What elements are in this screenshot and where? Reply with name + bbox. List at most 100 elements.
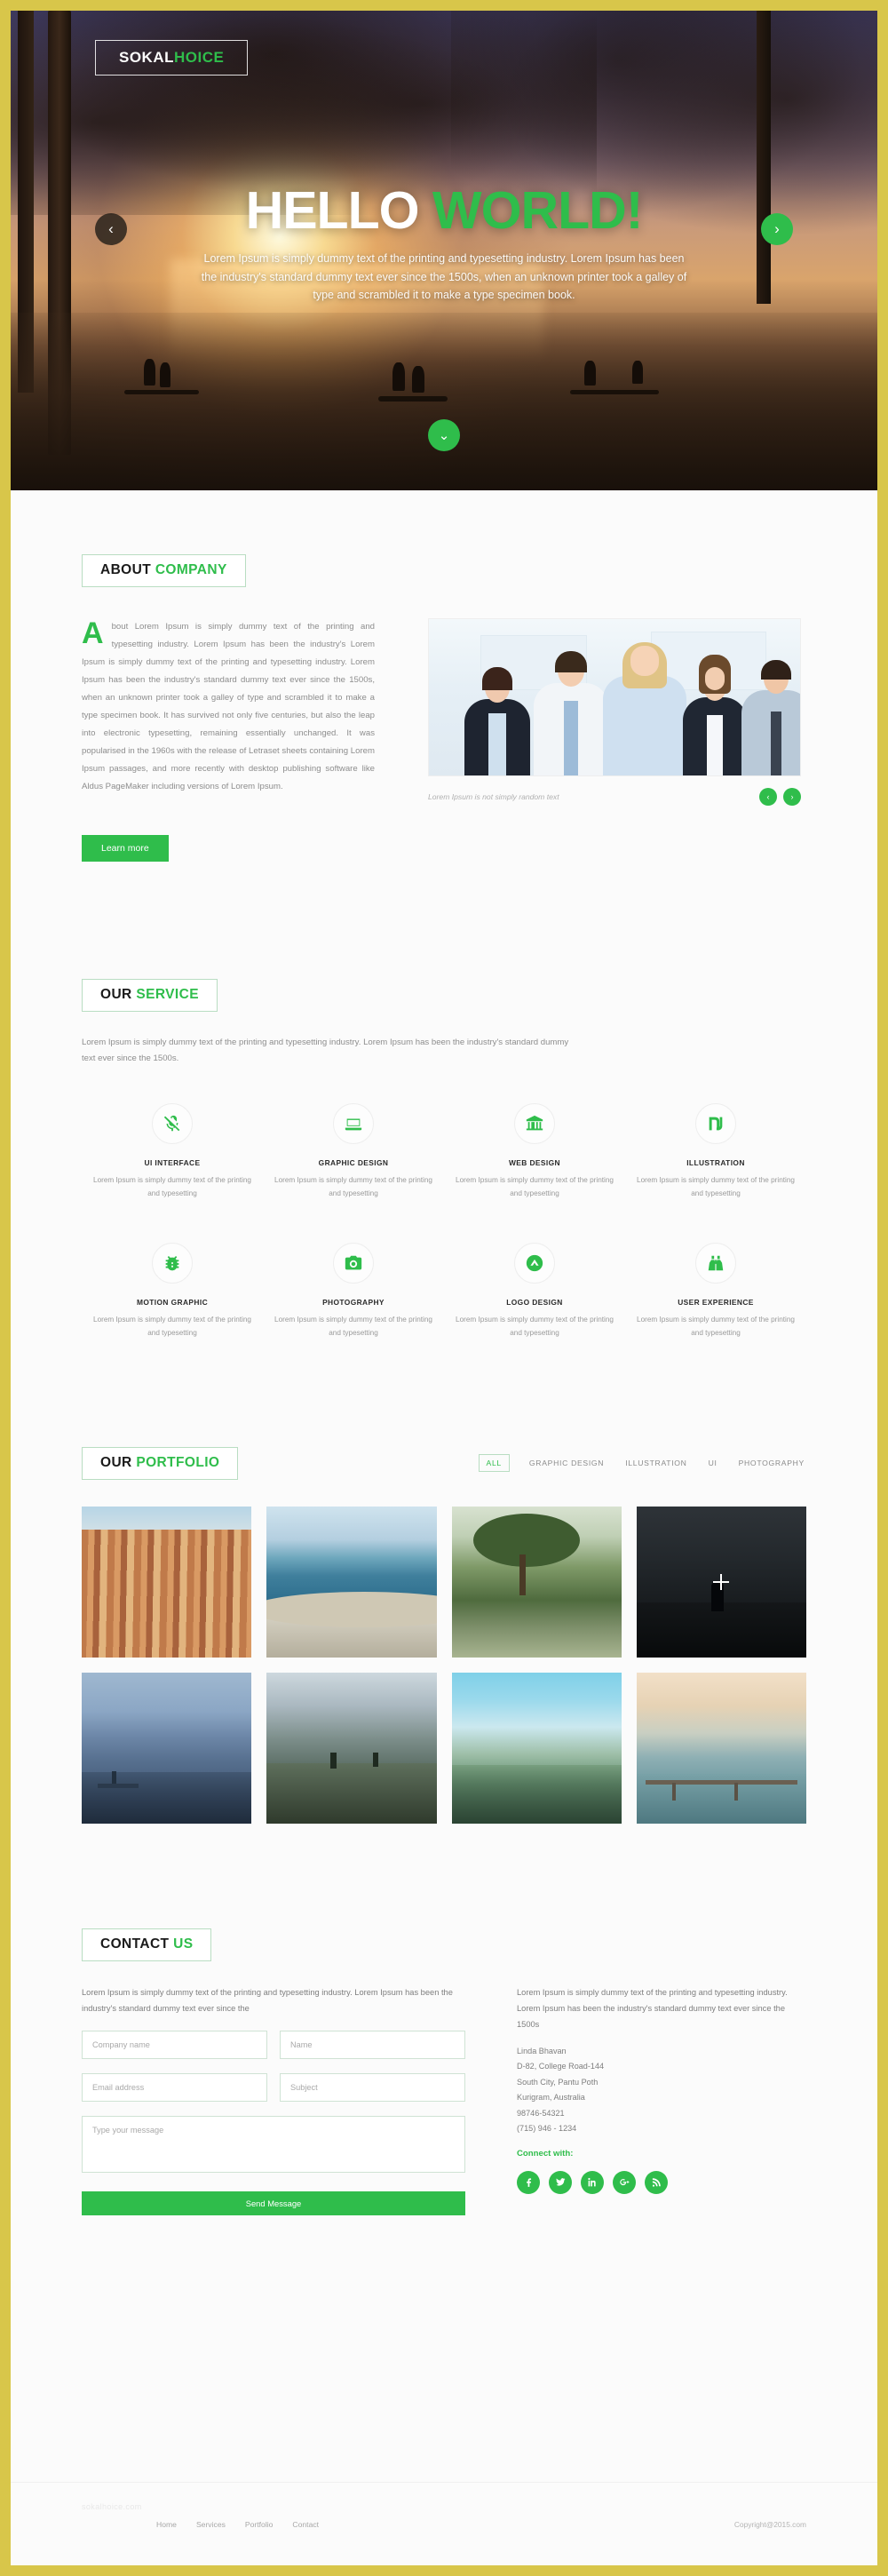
google-plus-link[interactable]	[613, 2170, 636, 2194]
services-title-accent: SERVICE	[136, 986, 199, 1002]
about-carousel-controls: ‹ ›	[759, 788, 801, 806]
bench	[124, 390, 199, 394]
bench	[570, 390, 659, 394]
hero-slider: SOKALHOICE ‹ › HELLO WORLD! Lorem Ipsum …	[11, 11, 877, 490]
portfolio-item[interactable]	[451, 1672, 622, 1824]
plus-icon	[713, 1573, 730, 1590]
about-photo-caption: Lorem Ipsum is not simply random text	[428, 792, 559, 801]
about-title-dark: ABOUT	[100, 562, 155, 577]
chevron-left-icon: ‹	[108, 220, 114, 237]
service-card-ui-interface[interactable]: UI INTERFACE Lorem Ipsum is simply dummy…	[82, 1102, 263, 1200]
connect-label-accent: with:	[553, 2148, 574, 2159]
about-title-accent: COMPANY	[155, 562, 227, 577]
chevron-right-icon: ›	[774, 220, 780, 237]
email-input[interactable]	[82, 2072, 267, 2102]
portfolio-item[interactable]	[82, 1672, 252, 1824]
footer-link-portfolio[interactable]: Portfolio	[245, 2520, 274, 2529]
name-input[interactable]	[280, 2030, 465, 2059]
footer-logo: sokalhoice.com	[82, 2502, 142, 2511]
team-member	[741, 660, 800, 775]
person-silhouette	[144, 359, 155, 386]
service-name: PHOTOGRAPHY	[322, 1298, 385, 1308]
scroll-down-button[interactable]: ⌄	[428, 419, 460, 451]
slider-next-button[interactable]: ›	[761, 213, 793, 245]
logo-text-primary: SOKAL	[119, 49, 174, 66]
portfolio-item[interactable]	[451, 1506, 622, 1658]
team-member	[464, 667, 530, 775]
facebook-icon	[526, 2178, 531, 2188]
portfolio-item[interactable]	[266, 1672, 437, 1824]
microphone-slash-icon	[152, 1102, 193, 1144]
service-description: Lorem Ipsum is simply dummy text of the …	[637, 1175, 795, 1198]
contact-form-column: Lorem Ipsum is simply dummy text of the …	[82, 1984, 465, 2215]
services-section: OUR SERVICE Lorem Ipsum is simply dummy …	[11, 862, 877, 1340]
person-silhouette	[160, 362, 170, 387]
subject-input[interactable]	[280, 2072, 465, 2102]
service-description: Lorem Ipsum is simply dummy text of the …	[456, 1175, 614, 1198]
portfolio-item[interactable]	[636, 1506, 806, 1658]
portfolio-section-title: OUR PORTFOLIO	[82, 1446, 239, 1480]
service-card-photography[interactable]: PHOTOGRAPHY Lorem Ipsum is simply dummy …	[263, 1243, 444, 1340]
portfolio-filter-all[interactable]: ALL	[478, 1454, 510, 1473]
service-card-logo-design[interactable]: LOGO DESIGN Lorem Ipsum is simply dummy …	[444, 1243, 625, 1340]
hero-title-green: WORLD!	[432, 181, 643, 240]
services-section-title: OUR SERVICE	[82, 978, 218, 1012]
facebook-link[interactable]	[517, 2170, 540, 2194]
footer-link-services[interactable]: Services	[196, 2520, 226, 2529]
portfolio-item[interactable]	[266, 1506, 437, 1658]
service-card-user-experience[interactable]: USER EXPERIENCE Lorem Ipsum is simply du…	[625, 1243, 806, 1340]
site-footer: sokalhoice.com Home Services Portfolio C…	[11, 2482, 877, 2565]
portfolio-filter-photography[interactable]: PHOTOGRAPHY	[737, 1455, 806, 1471]
about-body: About Lorem Ipsum is simply dummy text o…	[82, 618, 375, 796]
service-description: Lorem Ipsum is simply dummy text of the …	[637, 1316, 795, 1338]
service-card-motion-graphic[interactable]: MOTION GRAPHIC Lorem Ipsum is simply dum…	[82, 1243, 263, 1340]
connect-with-label: Connect with:	[517, 2149, 806, 2159]
service-name: USER EXPERIENCE	[678, 1298, 754, 1308]
twitter-link[interactable]	[549, 2170, 572, 2194]
services-grid: UI INTERFACE Lorem Ipsum is simply dummy…	[82, 1102, 806, 1340]
site-logo[interactable]: SOKALHOICE	[95, 40, 249, 76]
team-member	[534, 651, 608, 775]
footer-copyright: Copyright@2015.com	[733, 2519, 806, 2529]
person-silhouette	[584, 361, 596, 386]
send-message-button[interactable]: Send Message	[82, 2190, 465, 2215]
service-card-graphic-design[interactable]: GRAPHIC DESIGN Lorem Ipsum is simply dum…	[263, 1102, 444, 1200]
portfolio-filter-ui[interactable]: UI	[707, 1455, 719, 1471]
portfolio-item[interactable]	[82, 1506, 252, 1658]
service-description: Lorem Ipsum is simply dummy text of the …	[274, 1316, 432, 1338]
logo-text-accent: HOICE	[174, 49, 225, 66]
portfolio-item[interactable]	[636, 1672, 806, 1824]
about-media-column: Lorem Ipsum is not simply random text ‹ …	[428, 618, 801, 862]
slider-prev-button[interactable]: ‹	[95, 213, 127, 245]
rss-link[interactable]	[645, 2170, 668, 2194]
rss-icon	[652, 2178, 661, 2187]
contact-info-column: Lorem Ipsum is simply dummy text of the …	[517, 1984, 806, 2215]
footer-nav: Home Services Portfolio Contact	[156, 2520, 319, 2529]
service-card-illustration[interactable]: ILLUSTRATION Lorem Ipsum is simply dummy…	[625, 1102, 806, 1200]
laptop-icon	[333, 1102, 374, 1144]
about-next-button[interactable]: ›	[783, 788, 801, 806]
team-member	[683, 655, 747, 775]
about-team-photo	[428, 618, 801, 776]
learn-more-button[interactable]: Learn more	[82, 834, 169, 862]
about-prev-button[interactable]: ‹	[759, 788, 777, 806]
footer-link-contact[interactable]: Contact	[292, 2520, 319, 2529]
portfolio-filter-graphic-design[interactable]: GRAPHIC DESIGN	[527, 1455, 606, 1471]
contact-title-accent: US	[173, 1936, 194, 1952]
bench	[378, 396, 448, 402]
portfolio-filters: ALL GRAPHIC DESIGN ILLUSTRATION UI PHOTO…	[478, 1454, 806, 1473]
portfolio-filter-illustration[interactable]: ILLUSTRATION	[623, 1455, 688, 1471]
contact-section-title: CONTACT US	[82, 1928, 212, 1961]
message-textarea[interactable]	[82, 2115, 465, 2173]
service-name: WEB DESIGN	[509, 1157, 560, 1167]
footer-link-home[interactable]: Home	[156, 2520, 177, 2529]
person-silhouette	[632, 361, 643, 384]
address-zip: 98746-54321	[517, 2108, 565, 2118]
portfolio-grid	[82, 1506, 806, 1824]
address-phone: (715) 946 - 1234	[517, 2124, 577, 2134]
linkedin-link[interactable]	[581, 2170, 604, 2194]
hero-content: HELLO WORLD! Lorem Ipsum is simply dummy…	[11, 185, 877, 305]
service-card-web-design[interactable]: WEB DESIGN Lorem Ipsum is simply dummy t…	[444, 1102, 625, 1200]
company-name-input[interactable]	[82, 2030, 267, 2059]
service-name: ILLUSTRATION	[686, 1157, 745, 1167]
